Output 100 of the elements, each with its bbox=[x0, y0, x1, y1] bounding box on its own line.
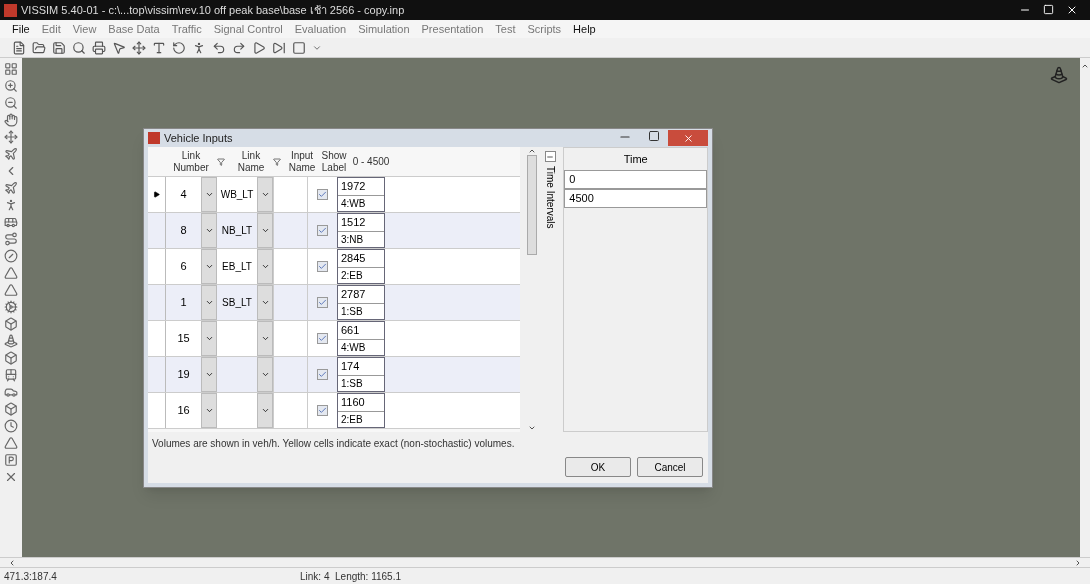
bus-icon[interactable] bbox=[4, 215, 18, 229]
check-icon bbox=[318, 370, 327, 379]
table-cell[interactable]: SB_LT bbox=[217, 285, 257, 320]
stop-icon[interactable] bbox=[292, 40, 306, 55]
printer-icon[interactable] bbox=[92, 40, 106, 55]
move-icon[interactable] bbox=[132, 40, 146, 55]
app-icon bbox=[148, 132, 160, 144]
caret-icon bbox=[204, 262, 214, 271]
column-header[interactable]: 0 - 4500 bbox=[352, 155, 390, 168]
caret-icon bbox=[204, 298, 214, 307]
caret-icon bbox=[260, 334, 270, 343]
redo-icon[interactable] bbox=[232, 40, 246, 55]
checkbox[interactable] bbox=[317, 261, 328, 272]
check-icon bbox=[318, 298, 327, 307]
triangle-icon[interactable] bbox=[4, 266, 18, 280]
check-icon bbox=[318, 334, 327, 343]
text-icon[interactable] bbox=[152, 40, 166, 55]
caret-icon bbox=[260, 226, 270, 235]
preview-icon[interactable] bbox=[72, 40, 86, 55]
scroll-left-icon[interactable] bbox=[8, 558, 16, 567]
save-icon[interactable] bbox=[52, 40, 66, 55]
table-cell[interactable]: 2787 bbox=[338, 286, 384, 304]
checkbox[interactable] bbox=[317, 369, 328, 380]
checkbox[interactable] bbox=[317, 225, 328, 236]
column-header[interactable]: Link Number bbox=[165, 149, 217, 174]
box-icon[interactable] bbox=[4, 317, 18, 331]
triangle-icon[interactable] bbox=[4, 436, 18, 450]
new-file-icon[interactable] bbox=[12, 40, 26, 55]
pedestrian-icon[interactable] bbox=[192, 40, 206, 55]
column-header[interactable]: Link Name bbox=[229, 149, 273, 174]
checkbox[interactable] bbox=[317, 405, 328, 416]
play-icon[interactable] bbox=[252, 40, 266, 55]
table-cell[interactable]: WB_LT bbox=[217, 177, 257, 212]
open-folder-icon[interactable] bbox=[32, 40, 46, 55]
caret-icon bbox=[260, 262, 270, 271]
collapse-button[interactable] bbox=[544, 151, 556, 162]
zoom-in-icon[interactable] bbox=[4, 79, 18, 93]
dialog-button[interactable]: OK bbox=[565, 457, 631, 477]
side-panel-title: Time Intervals bbox=[544, 166, 556, 229]
box-icon[interactable] bbox=[4, 402, 18, 416]
clock-icon[interactable] bbox=[4, 419, 18, 433]
pedestrian-icon[interactable] bbox=[4, 198, 18, 212]
zoom-out-icon[interactable] bbox=[4, 96, 18, 110]
menu-item[interactable]: Help bbox=[573, 20, 596, 38]
scroll-up-icon[interactable] bbox=[1081, 62, 1089, 70]
hand-icon[interactable] bbox=[4, 113, 18, 127]
gear-icon[interactable] bbox=[4, 300, 18, 314]
filter-icon[interactable] bbox=[273, 157, 281, 166]
dialog-title: Vehicle Inputs bbox=[164, 130, 233, 146]
move-icon[interactable] bbox=[4, 130, 18, 144]
dialog-button[interactable]: Cancel bbox=[637, 457, 703, 477]
checkbox[interactable] bbox=[317, 297, 328, 308]
route-icon[interactable] bbox=[4, 232, 18, 246]
pointer-icon[interactable] bbox=[112, 40, 126, 55]
caret-icon bbox=[204, 226, 214, 235]
filter-icon[interactable] bbox=[217, 157, 225, 166]
caret-icon bbox=[204, 334, 214, 343]
rotate-icon[interactable] bbox=[172, 40, 186, 55]
table-cell[interactable]: 1512 bbox=[338, 214, 384, 232]
sign-icon[interactable] bbox=[4, 249, 18, 263]
table-cell[interactable]: 174 bbox=[338, 358, 384, 376]
caret-icon bbox=[204, 190, 214, 199]
parking-icon[interactable] bbox=[4, 453, 18, 467]
close-icon[interactable] bbox=[1066, 4, 1078, 16]
table-cell[interactable]: 0 bbox=[564, 170, 707, 189]
table-cell[interactable]: 4500 bbox=[564, 189, 707, 208]
maximize-icon[interactable] bbox=[648, 130, 660, 142]
caret-icon bbox=[204, 406, 214, 415]
step-icon[interactable] bbox=[272, 40, 286, 55]
grid-icon[interactable] bbox=[4, 62, 18, 76]
check-icon bbox=[318, 406, 327, 415]
note-text: Volumes are shown in veh/h. Yellow cells indicate exact (non-stochastic) volumes. bbox=[151, 437, 516, 451]
table-cell[interactable]: NB_LT bbox=[217, 213, 257, 248]
caret-icon bbox=[260, 298, 270, 307]
column-header[interactable]: Input Name bbox=[285, 149, 319, 174]
scroll-up-icon[interactable] bbox=[527, 147, 536, 155]
caret-icon bbox=[260, 406, 270, 415]
car-icon[interactable] bbox=[4, 385, 18, 399]
checkbox[interactable] bbox=[317, 189, 328, 200]
table-cell[interactable]: EB_LT bbox=[217, 249, 257, 284]
check-icon bbox=[318, 226, 327, 235]
caret-icon bbox=[260, 190, 270, 199]
checkbox[interactable] bbox=[317, 333, 328, 344]
undo-icon[interactable] bbox=[212, 40, 226, 55]
triangle-icon[interactable] bbox=[4, 283, 18, 297]
scroll-right-icon[interactable] bbox=[1074, 558, 1082, 567]
box-icon[interactable] bbox=[4, 351, 18, 365]
plane-icon[interactable] bbox=[4, 147, 18, 161]
scroll-down-icon[interactable] bbox=[527, 424, 536, 432]
column-header[interactable]: Show Label bbox=[319, 149, 349, 174]
plane-icon[interactable] bbox=[4, 181, 18, 195]
status-coordinates: 471.3:187.4 bbox=[3, 569, 58, 584]
window-title: VISSIM 5.40-01 - c:\...top\vissim\rev.10 off peak base\base เช้า 2566 - copy.inp bbox=[21, 2, 405, 18]
close-icon bbox=[682, 132, 694, 144]
scrollbar-thumb[interactable] bbox=[526, 155, 537, 255]
menu-item[interactable]: File bbox=[12, 20, 30, 38]
cross-icon[interactable] bbox=[4, 470, 18, 484]
check-icon bbox=[318, 262, 327, 271]
train-icon[interactable] bbox=[4, 368, 18, 382]
column-header[interactable]: Time bbox=[564, 148, 707, 170]
